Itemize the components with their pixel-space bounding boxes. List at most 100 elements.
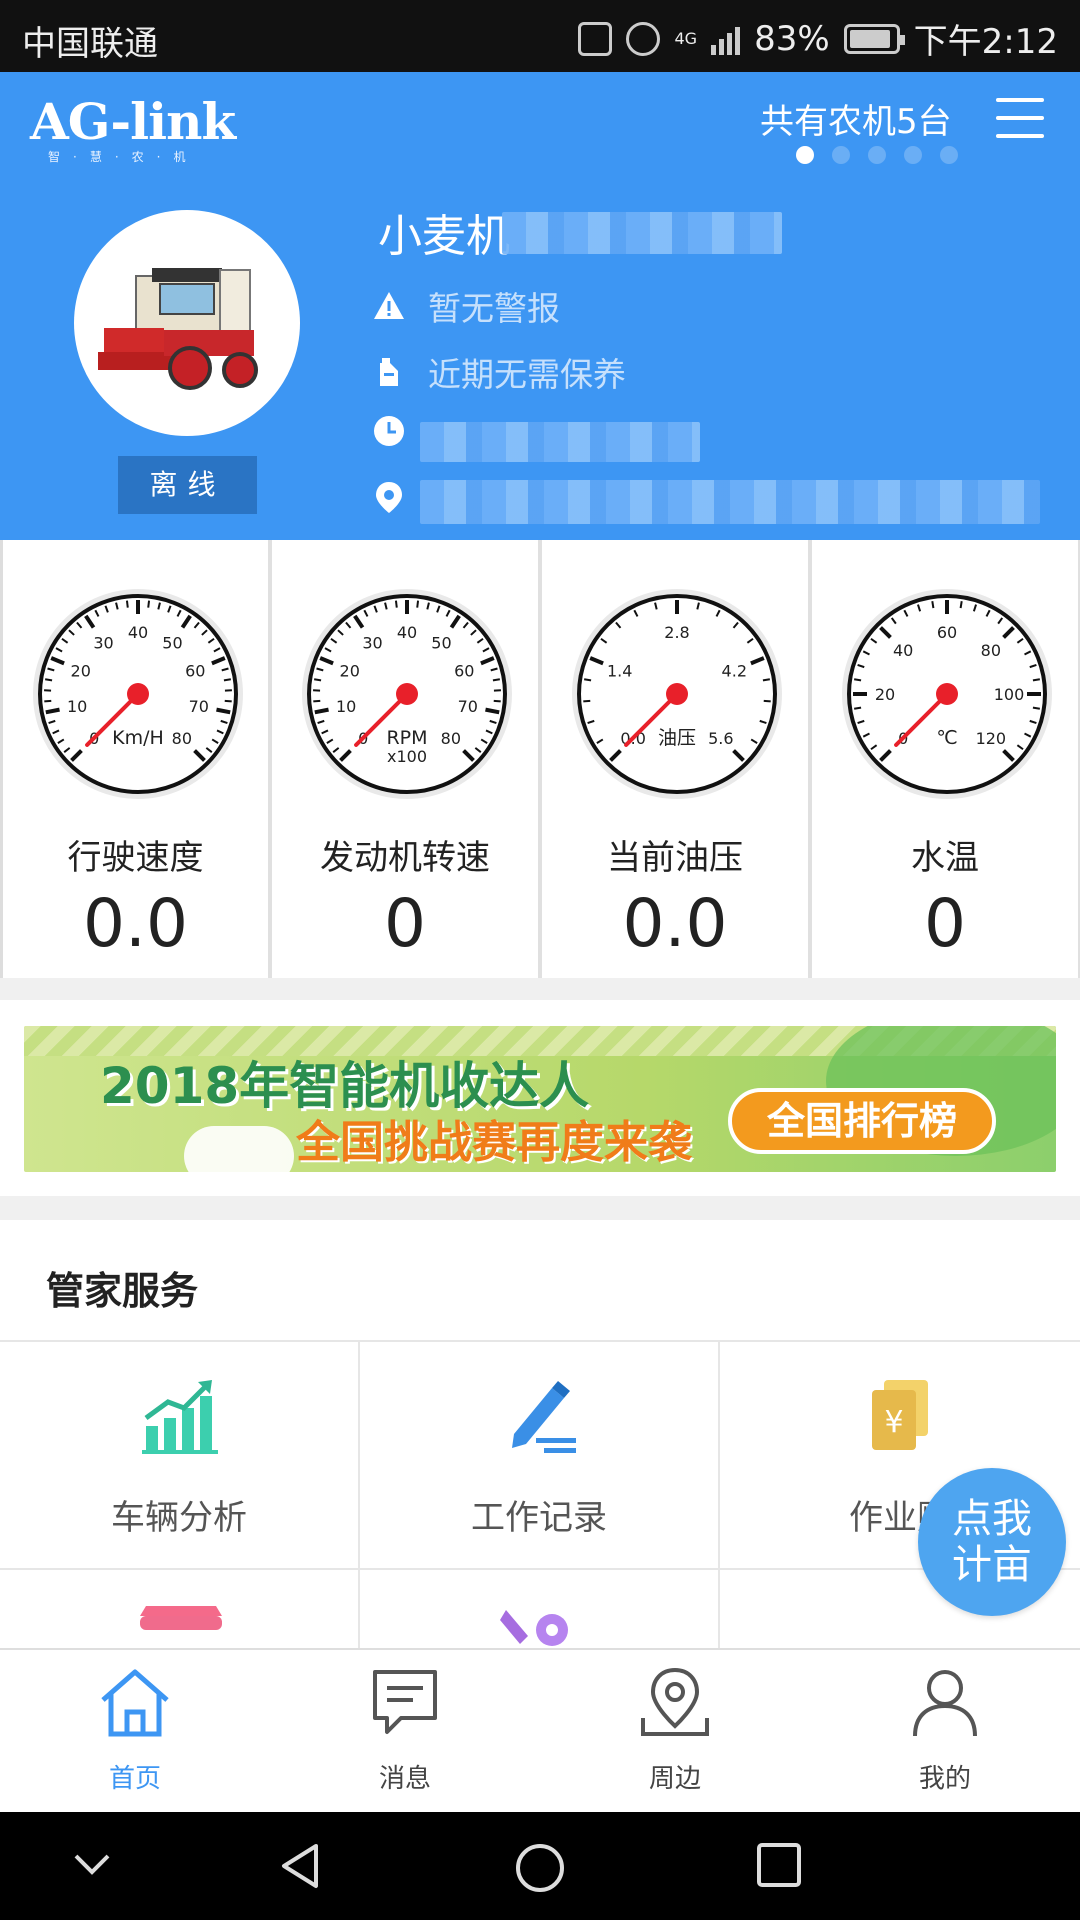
signal-icon [711, 23, 741, 55]
status-bar: 中国联通 4G 83% 下午2:12 [0, 0, 1080, 72]
gauge-minor-tick [762, 678, 770, 682]
message-icon [373, 1670, 437, 1734]
gauge-label: 发动机转速 [320, 838, 490, 878]
gauge-value: 0 [924, 885, 966, 962]
banner-cloud-decoration [184, 1126, 294, 1172]
gauge-minor-tick [959, 601, 963, 609]
home-icon [101, 1669, 169, 1737]
gauge-tick-label: 20 [875, 685, 895, 704]
gauge-tick-label: 40 [128, 623, 148, 642]
svg-text:¥: ¥ [884, 1405, 903, 1440]
gauge-tick-label: 60 [454, 661, 474, 680]
service-label: 工作记录 [471, 1498, 607, 1538]
gauge-minor-tick [584, 678, 592, 682]
alarm-icon [626, 21, 661, 56]
service-work-log[interactable]: 工作记录 [360, 1342, 720, 1570]
machine-avatar[interactable] [74, 210, 300, 436]
harvester-icon [98, 268, 258, 390]
gauge-minor-tick [854, 706, 862, 710]
app-logo-tagline: 智·慧·农·机 [48, 150, 199, 164]
machine-header: AG-link 智·慧·农·机 共有农机5台 离线 小麦机 暂无警报 近期无需保… [0, 72, 1080, 540]
gauge-tick-label: 30 [362, 633, 382, 652]
pager-dot[interactable] [904, 146, 922, 164]
yuan-bill-icon: ¥ [872, 1380, 928, 1450]
service-shop[interactable] [0, 1570, 360, 1660]
store-icon [140, 1606, 222, 1630]
location-row [372, 480, 406, 514]
section-divider [0, 978, 1080, 1000]
pager-dot[interactable] [868, 146, 886, 164]
gauge-unit-multiplier: x100 [387, 747, 427, 766]
tab-label: 消息 [378, 1764, 431, 1794]
gauge-tick-label: 20 [71, 661, 91, 680]
service-vehicle-analysis[interactable]: 车辆分析 [0, 1342, 360, 1570]
gauge-minor-tick [224, 699, 232, 703]
tab-home[interactable]: 首页 [0, 1650, 270, 1814]
gauge-tick-label: 50 [431, 633, 451, 652]
chevron-down-icon[interactable] [70, 1842, 114, 1886]
battery-percent: 83% [754, 18, 830, 59]
pager-dot[interactable] [940, 146, 958, 164]
gauge-tick-label: 60 [185, 661, 205, 680]
clock-icon [374, 416, 404, 446]
bottom-tab-bar: 首页 消息 周边 我的 [0, 1648, 1080, 1812]
status-icons: 4G 83% 下午2:12 [578, 14, 1058, 63]
gauge-tick-label: 4.2 [722, 661, 747, 680]
service-repair[interactable] [360, 1570, 720, 1660]
section-divider [0, 1196, 1080, 1220]
gauge-minor-tick [45, 678, 53, 682]
gauge-minor-tick [147, 600, 151, 608]
promo-banner[interactable]: 2018年智能机收达人 全国挑战赛再度来袭 全国排行榜 [24, 1026, 1056, 1172]
gauge-rpm: 01020304050607080RPMx100 发动机转速 0 [270, 540, 540, 978]
gauge-needle-hub [127, 683, 149, 705]
tab-nearby[interactable]: 周边 [540, 1650, 810, 1814]
gauge-tick-label: 120 [976, 729, 1007, 748]
pager-dot[interactable] [796, 146, 814, 164]
gauge-tick-label: 50 [162, 633, 182, 652]
gauge-tick-label: 1.4 [607, 661, 632, 680]
leaderboard-button[interactable]: 全国排行榜 [728, 1088, 996, 1154]
maintenance-text: 近期无需保养 [428, 355, 626, 394]
speedometer-gauge: 01020304050607080Km/H [33, 589, 243, 799]
carrier-name: 中国联通 [22, 24, 158, 64]
gauge-unit: ℃ [936, 727, 957, 749]
machine-pager-dots[interactable] [796, 146, 958, 164]
alert-text: 暂无警报 [428, 289, 560, 328]
gauge-minor-tick [931, 601, 935, 609]
gauge-panel: 01020304050607080Km/H 行驶速度 0.0 010203040… [0, 540, 1080, 978]
online-status-badge: 离线 [118, 456, 257, 514]
gauge-minor-tick [492, 678, 500, 682]
tab-label: 首页 [108, 1764, 161, 1794]
machine-name: 小麦机 [378, 211, 510, 262]
gauge-minor-tick [583, 699, 591, 703]
user-icon [913, 1670, 977, 1737]
gauge-value: 0.0 [83, 885, 188, 962]
tab-messages[interactable]: 消息 [270, 1650, 540, 1814]
banner-subline: 全国挑战赛再度来袭 [296, 1117, 692, 1168]
oil-pressure-gauge: 0.01.42.84.25.6油压 [572, 589, 782, 799]
acreage-calc-button[interactable]: 点我 计亩 [918, 1468, 1066, 1616]
gauge-minor-tick [125, 600, 129, 608]
service-label: 车辆分析 [111, 1498, 247, 1538]
home-circle-icon[interactable] [514, 1842, 566, 1894]
gauge-minor-tick [394, 600, 398, 608]
pager-dot[interactable] [832, 146, 850, 164]
gauge-minor-tick [1032, 706, 1040, 710]
redacted-location [420, 480, 1040, 524]
gauge-major-tick [485, 707, 500, 715]
tab-mine[interactable]: 我的 [810, 1650, 1080, 1814]
bar-chart-icon [142, 1380, 218, 1454]
gauge-tick-label: 70 [189, 697, 209, 716]
clock: 下午2:12 [913, 22, 1058, 62]
gauge-minor-tick [314, 678, 322, 682]
menu-icon[interactable] [996, 98, 1044, 140]
gauge-tick-label: 80 [981, 641, 1001, 660]
gauge-tick-label: 5.6 [708, 729, 733, 748]
redacted-time [420, 422, 700, 462]
location-icon [641, 1667, 709, 1736]
gauge-needle-hub [666, 683, 688, 705]
gauge-tick-label: 10 [67, 697, 87, 716]
services-title: 管家服务 [46, 1269, 199, 1313]
back-icon[interactable] [276, 1842, 324, 1890]
recents-icon[interactable] [756, 1842, 802, 1888]
